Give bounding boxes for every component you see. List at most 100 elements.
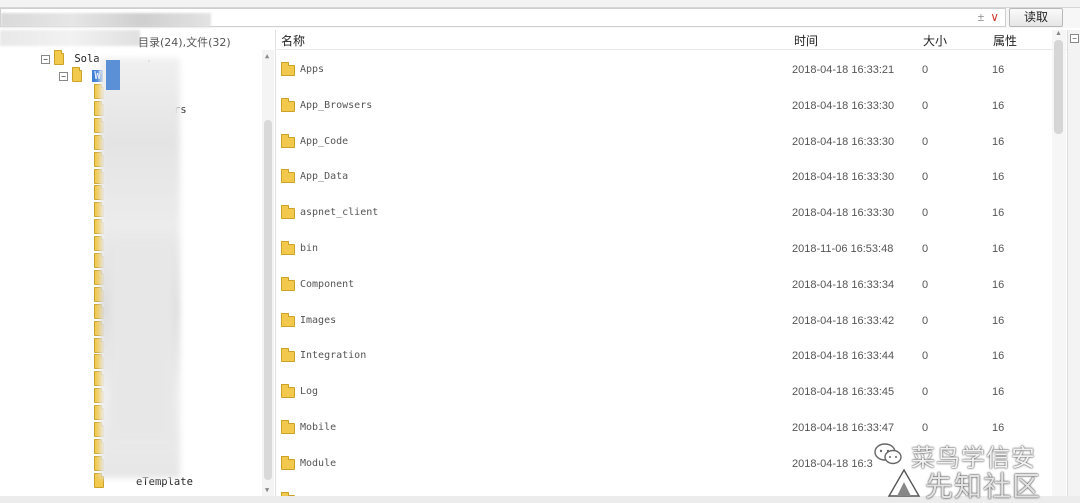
file-attr: 16: [992, 135, 1005, 148]
list-scrollbar[interactable]: ▲: [1052, 30, 1066, 496]
column-name-header[interactable]: 名称: [281, 32, 305, 49]
folder-icon: [281, 133, 295, 148]
file-name: bin: [300, 243, 319, 254]
column-time-header[interactable]: 时间: [794, 32, 818, 49]
collapse-icon[interactable]: −: [1070, 34, 1079, 43]
folder-icon: [281, 455, 295, 470]
file-size: 0: [922, 207, 929, 220]
file-time: 2018-04-18 16:3: [792, 457, 873, 470]
folder-icon: [281, 62, 295, 76]
tree-scrollbar[interactable]: ▲ ▼: [262, 50, 274, 496]
file-row[interactable]: Images 2018-04-18 16:33:42 0 16: [277, 311, 1052, 333]
tree-node-label: Sola: [74, 53, 100, 65]
column-attr-header[interactable]: 属性: [993, 32, 1017, 49]
file-time: 2018-04-18 16:33:30: [792, 99, 895, 112]
file-attr: 16: [992, 422, 1005, 434]
directory-tree-panel: 目录(24),文件(32) − Sola. − W Browserseentna…: [0, 30, 276, 496]
list-scroll-thumb[interactable]: [1054, 40, 1063, 134]
file-name: Mobile: [300, 422, 337, 433]
file-attr: 16: [992, 386, 1005, 399]
plus-minus-icon[interactable]: ±: [978, 10, 985, 24]
file-attr: 16: [992, 350, 1005, 363]
scroll-up-icon[interactable]: ▲: [1055, 30, 1062, 37]
folder-icon: [281, 97, 295, 112]
redacted-tree-header: [0, 30, 140, 46]
file-name: App_Code: [300, 135, 349, 147]
file-name: Apps: [300, 64, 325, 75]
file-name: Images: [300, 314, 337, 326]
collapse-icon[interactable]: −: [59, 71, 68, 81]
folder-icon: [281, 205, 295, 220]
tree-scroll-thumb[interactable]: [264, 120, 272, 480]
folder-icon: [281, 384, 295, 399]
file-row[interactable]: aspnet_client 2018-04-18 16:33:30 0 16: [277, 203, 1052, 225]
redacted-tree-names: [110, 240, 174, 440]
file-name: Integration: [300, 350, 367, 362]
file-size: 0: [922, 64, 929, 76]
toolbar: ± ∨ 读取: [0, 8, 1080, 28]
path-input[interactable]: ± ∨: [0, 8, 1006, 27]
file-list-panel: 名称 时间 大小 属性 Apps 2018-04-18 16:33:21 0 16 Ap…: [277, 30, 1067, 496]
file-row[interactable]: App_Code 2018-04-18 16:33:30 0 16: [277, 132, 1052, 154]
file-size: 0: [922, 350, 929, 363]
folder-icon: [281, 241, 295, 255]
file-attr: 16: [992, 278, 1005, 291]
dropdown-caret-icon[interactable]: ∨: [990, 10, 999, 24]
folder-icon: [281, 348, 295, 363]
file-time: 2018-04-18 16:33:44: [792, 350, 895, 363]
file-name: Log: [300, 386, 319, 398]
file-row[interactable]: Integration 2018-04-18 16:33:44 0 16: [277, 346, 1052, 368]
file-row[interactable]: Apps 2018-04-18 16:33:21 0 16: [277, 60, 1052, 82]
file-name: App_Browsers: [300, 99, 373, 111]
site-logo-icon: [887, 468, 921, 497]
file-time: 2018-04-18 16:33:30: [792, 207, 895, 220]
watermark: 菜鸟学信安 先知社区: [873, 438, 1073, 503]
file-row[interactable]: Component 2018-04-18 16:33:34 0 16: [277, 275, 1052, 297]
file-row[interactable]: App_Data 2018-04-18 16:33:30 0 16: [277, 167, 1052, 189]
file-size: 0: [922, 171, 929, 184]
list-header: 名称 时间 大小 属性: [277, 30, 1067, 50]
tree-summary: 目录(24),文件(32): [138, 36, 231, 49]
tree-node-selected[interactable]: − W: [59, 67, 103, 84]
file-size: 0: [922, 99, 929, 112]
selection-highlight: [106, 60, 120, 90]
file-time: 2018-11-06 16:53:48: [792, 243, 894, 255]
file-size: 0: [922, 422, 929, 434]
scroll-down-icon[interactable]: ▼: [265, 486, 269, 494]
file-size: 0: [922, 278, 929, 291]
folder-icon: [281, 312, 295, 327]
right-side-panel: −: [1067, 30, 1080, 496]
folder-icon: [281, 276, 295, 291]
file-row[interactable]: App_Browsers 2018-04-18 16:33:30 0 16: [277, 96, 1052, 118]
window-top-edge: [0, 0, 1080, 8]
column-size-header[interactable]: 大小: [923, 32, 947, 49]
file-name: Component: [300, 278, 355, 290]
file-size: 0: [922, 243, 929, 255]
path-controls: ± ∨: [978, 10, 999, 24]
file-attr: 16: [992, 99, 1005, 112]
tree-header: 目录(24),文件(32): [0, 30, 276, 50]
folder-icon: [54, 50, 64, 65]
file-size: 0: [922, 135, 929, 148]
folder-icon: [281, 169, 295, 184]
file-time: 2018-04-18 16:33:45: [792, 386, 895, 399]
file-attr: 16: [992, 64, 1005, 76]
read-button[interactable]: 读取: [1009, 8, 1063, 27]
folder-icon: [72, 67, 82, 82]
watermark-line-2: 先知社区: [925, 470, 1042, 503]
folder-icon: [281, 420, 295, 434]
file-time: 2018-04-18 16:33:30: [792, 135, 895, 148]
file-row[interactable]: Log 2018-04-18 16:33:45 0 16: [277, 382, 1052, 404]
file-time: 2018-04-18 16:33:21: [792, 64, 895, 76]
file-row[interactable]: bin 2018-11-06 16:53:48 0 16: [277, 239, 1052, 261]
file-attr: 16: [992, 243, 1005, 255]
file-row[interactable]: Mobile 2018-04-18 16:33:47 0 16: [277, 418, 1052, 440]
scroll-up-icon[interactable]: ▲: [265, 52, 269, 60]
wechat-icon: [874, 443, 902, 465]
file-attr: 16: [992, 207, 1005, 220]
collapse-icon[interactable]: −: [41, 54, 50, 64]
file-name: aspnet_client: [300, 207, 379, 219]
file-attr: 16: [992, 171, 1005, 184]
file-time: 2018-04-18 16:33:42: [792, 314, 895, 327]
redacted-path: [1, 13, 211, 27]
